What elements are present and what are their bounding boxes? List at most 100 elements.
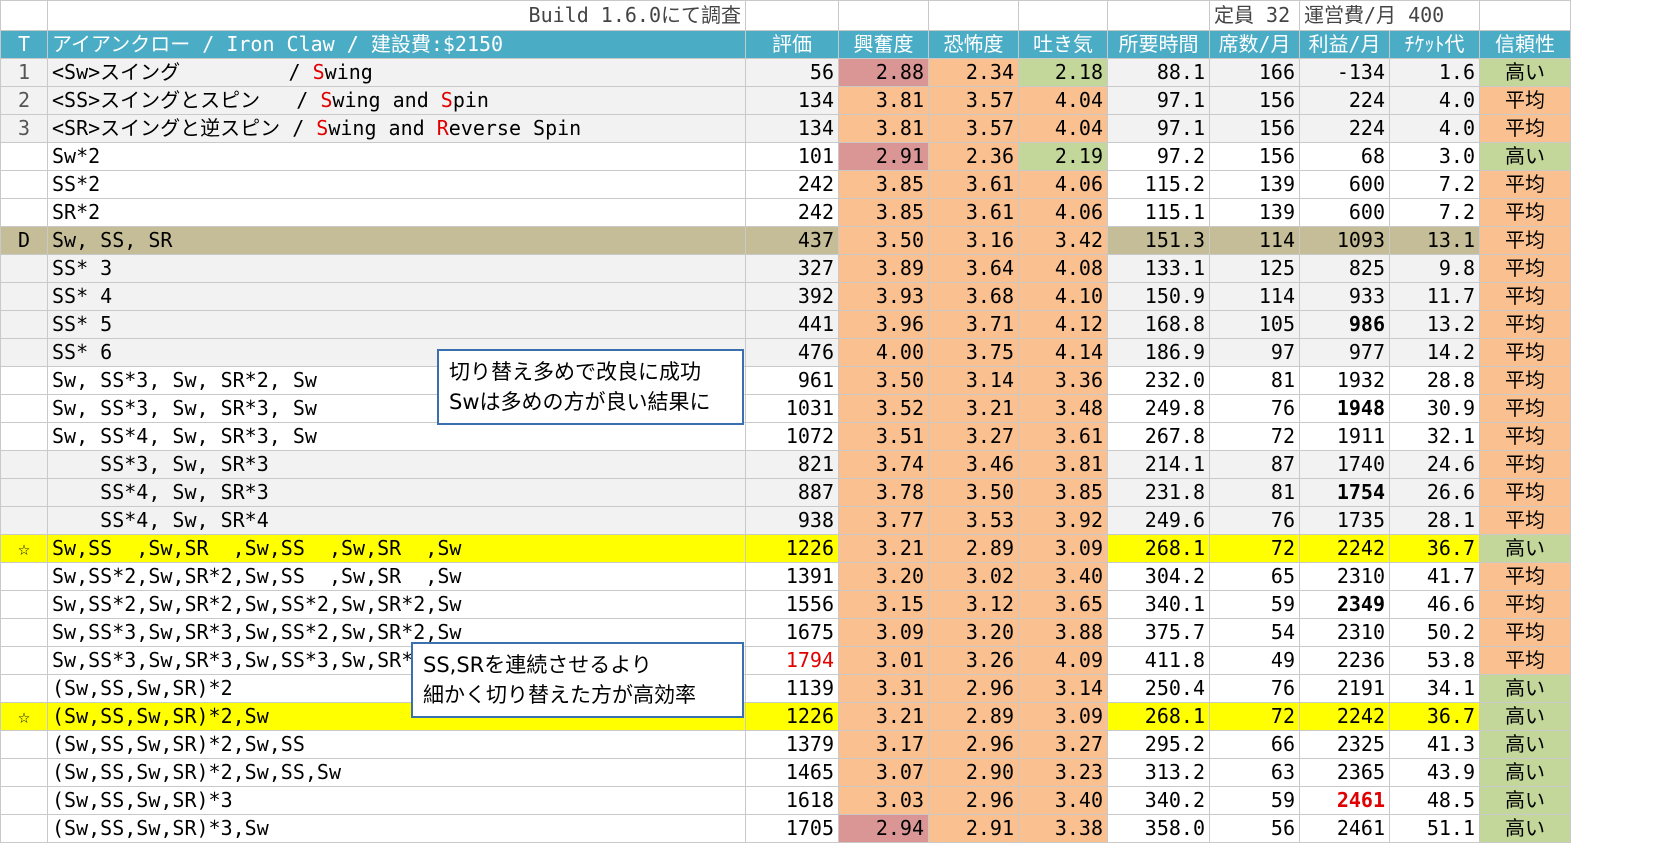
cell-reliability[interactable]: 高い bbox=[1479, 786, 1571, 815]
cell-intensity[interactable]: 3.75 bbox=[928, 338, 1019, 367]
row-type[interactable] bbox=[0, 730, 48, 759]
header-duration[interactable]: 所要時間 bbox=[1107, 30, 1210, 59]
cell-profit[interactable]: 224 bbox=[1299, 86, 1390, 115]
cell-ticket[interactable]: 36.7 bbox=[1389, 702, 1480, 731]
cell-ticket[interactable]: 4.0 bbox=[1389, 114, 1480, 143]
cell-riders[interactable]: 156 bbox=[1209, 142, 1300, 171]
cell-nausea[interactable]: 3.65 bbox=[1018, 590, 1108, 619]
cell-riders[interactable]: 59 bbox=[1209, 590, 1300, 619]
cell-profit[interactable]: 2310 bbox=[1299, 562, 1390, 591]
cell-ticket[interactable]: 24.6 bbox=[1389, 450, 1480, 479]
cell-riders[interactable]: 76 bbox=[1209, 674, 1300, 703]
cell-intensity[interactable]: 3.68 bbox=[928, 282, 1019, 311]
cell-reliability[interactable]: 平均 bbox=[1479, 646, 1571, 675]
cell-reliability[interactable]: 高い bbox=[1479, 702, 1571, 731]
cell-nausea[interactable]: 4.06 bbox=[1018, 198, 1108, 227]
cell-intensity[interactable]: 3.53 bbox=[928, 506, 1019, 535]
cell-nausea[interactable]: 4.06 bbox=[1018, 170, 1108, 199]
cell[interactable] bbox=[0, 0, 48, 31]
cell-rating[interactable]: 887 bbox=[745, 478, 839, 507]
cell-excitement[interactable]: 3.96 bbox=[838, 310, 929, 339]
cell-riders[interactable]: 139 bbox=[1209, 170, 1300, 199]
header-nausea[interactable]: 吐き気 bbox=[1018, 30, 1108, 59]
cell-profit[interactable]: 224 bbox=[1299, 114, 1390, 143]
cell-ticket[interactable]: 4.0 bbox=[1389, 86, 1480, 115]
row-pattern[interactable]: Sw,SS*2,Sw,SR*2,Sw,SS*2,Sw,SR*2,Sw bbox=[47, 590, 746, 619]
row-type[interactable] bbox=[0, 254, 48, 283]
cell-ticket[interactable]: 14.2 bbox=[1389, 338, 1480, 367]
cell-nausea[interactable]: 3.40 bbox=[1018, 786, 1108, 815]
cell[interactable] bbox=[928, 0, 1019, 31]
cell-rating[interactable]: 1465 bbox=[745, 758, 839, 787]
cell-riders[interactable]: 72 bbox=[1209, 702, 1300, 731]
cell-excitement[interactable]: 3.85 bbox=[838, 198, 929, 227]
cell[interactable] bbox=[745, 0, 839, 31]
cell-excitement[interactable]: 3.52 bbox=[838, 394, 929, 423]
cell-reliability[interactable]: 平均 bbox=[1479, 366, 1571, 395]
row-type[interactable] bbox=[0, 646, 48, 675]
cell-intensity[interactable]: 3.61 bbox=[928, 198, 1019, 227]
cell-profit[interactable]: 2242 bbox=[1299, 534, 1390, 563]
cell-reliability[interactable]: 平均 bbox=[1479, 254, 1571, 283]
row-pattern[interactable]: <Sw>スイング / Swing bbox=[47, 58, 746, 87]
cell-rating[interactable]: 1556 bbox=[745, 590, 839, 619]
cell-nausea[interactable]: 3.09 bbox=[1018, 702, 1108, 731]
header-reliability[interactable]: 信頼性 bbox=[1479, 30, 1571, 59]
cell-profit[interactable]: 933 bbox=[1299, 282, 1390, 311]
cell-reliability[interactable]: 高い bbox=[1479, 58, 1571, 87]
cell-duration[interactable]: 358.0 bbox=[1107, 814, 1210, 843]
cell-ticket[interactable]: 26.6 bbox=[1389, 478, 1480, 507]
cell-duration[interactable]: 88.1 bbox=[1107, 58, 1210, 87]
cell-excitement[interactable]: 3.74 bbox=[838, 450, 929, 479]
cell-profit[interactable]: 68 bbox=[1299, 142, 1390, 171]
cell-reliability[interactable]: 高い bbox=[1479, 534, 1571, 563]
cell-riders[interactable]: 76 bbox=[1209, 506, 1300, 535]
cell-riders[interactable]: 65 bbox=[1209, 562, 1300, 591]
cell-nausea[interactable]: 4.08 bbox=[1018, 254, 1108, 283]
row-type[interactable] bbox=[0, 282, 48, 311]
cell-reliability[interactable]: 平均 bbox=[1479, 310, 1571, 339]
cell-intensity[interactable]: 3.57 bbox=[928, 114, 1019, 143]
cell-duration[interactable]: 115.1 bbox=[1107, 198, 1210, 227]
header-riders[interactable]: 席数/月 bbox=[1209, 30, 1300, 59]
cell-rating[interactable]: 1618 bbox=[745, 786, 839, 815]
cell-profit[interactable]: 1911 bbox=[1299, 422, 1390, 451]
row-type[interactable] bbox=[0, 338, 48, 367]
row-pattern[interactable]: Sw, SS*4, Sw, SR*3, Sw bbox=[47, 422, 746, 451]
cell-nausea[interactable]: 3.36 bbox=[1018, 366, 1108, 395]
cell-ticket[interactable]: 50.2 bbox=[1389, 618, 1480, 647]
row-pattern[interactable]: SS*3, Sw, SR*3 bbox=[47, 450, 746, 479]
row-type[interactable] bbox=[0, 674, 48, 703]
cell-profit[interactable]: 1740 bbox=[1299, 450, 1390, 479]
row-type[interactable] bbox=[0, 450, 48, 479]
cell-duration[interactable]: 151.3 bbox=[1107, 226, 1210, 255]
cell-duration[interactable]: 295.2 bbox=[1107, 730, 1210, 759]
cell-excitement[interactable]: 3.15 bbox=[838, 590, 929, 619]
cell-profit[interactable]: 1093 bbox=[1299, 226, 1390, 255]
cell-nausea[interactable]: 3.38 bbox=[1018, 814, 1108, 843]
cell-nausea[interactable]: 4.14 bbox=[1018, 338, 1108, 367]
cell-nausea[interactable]: 4.09 bbox=[1018, 646, 1108, 675]
cell-excitement[interactable]: 3.81 bbox=[838, 114, 929, 143]
cell[interactable] bbox=[1018, 0, 1108, 31]
cell-ticket[interactable]: 46.6 bbox=[1389, 590, 1480, 619]
cell-intensity[interactable]: 3.21 bbox=[928, 394, 1019, 423]
cell-reliability[interactable]: 平均 bbox=[1479, 226, 1571, 255]
cell-ticket[interactable]: 28.8 bbox=[1389, 366, 1480, 395]
cell-intensity[interactable]: 3.14 bbox=[928, 366, 1019, 395]
cell-nausea[interactable]: 3.81 bbox=[1018, 450, 1108, 479]
cell-profit[interactable]: 2236 bbox=[1299, 646, 1390, 675]
row-pattern[interactable]: SS* 4 bbox=[47, 282, 746, 311]
cell-intensity[interactable]: 3.20 bbox=[928, 618, 1019, 647]
row-pattern[interactable]: SS* 5 bbox=[47, 310, 746, 339]
cell-duration[interactable]: 232.0 bbox=[1107, 366, 1210, 395]
cell-intensity[interactable]: 3.12 bbox=[928, 590, 1019, 619]
cell-nausea[interactable]: 4.04 bbox=[1018, 86, 1108, 115]
row-type[interactable] bbox=[0, 758, 48, 787]
cell-profit[interactable]: 2365 bbox=[1299, 758, 1390, 787]
cell-reliability[interactable]: 平均 bbox=[1479, 506, 1571, 535]
row-pattern[interactable]: <SR>スイングと逆スピン / Swing and Reverse Spin bbox=[47, 114, 746, 143]
cell-reliability[interactable]: 平均 bbox=[1479, 170, 1571, 199]
cell-rating[interactable]: 961 bbox=[745, 366, 839, 395]
row-type[interactable] bbox=[0, 562, 48, 591]
